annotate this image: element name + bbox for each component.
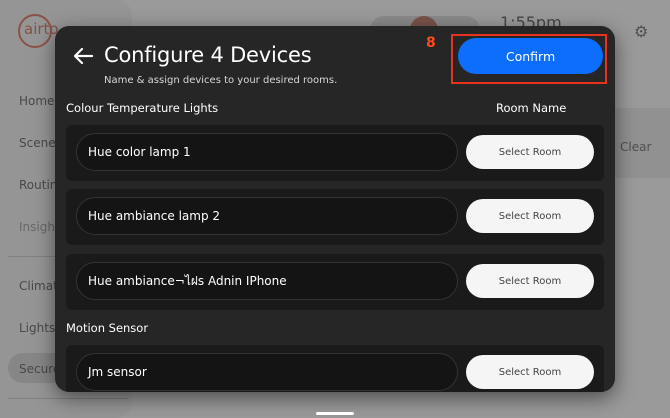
device-row: Hue color lamp 1 Select Room [66,125,604,181]
select-room-button[interactable]: Select Room [466,199,594,233]
device-name-field[interactable]: Hue ambiance¬ไฝs Adnin IPhone [76,262,458,300]
modal-title: Configure 4 Devices [104,43,312,67]
select-room-button[interactable]: Select Room [466,355,594,389]
room-name-column-header: Room Name [496,101,567,115]
back-arrow-svg [73,47,94,65]
step-badge: 8 [426,35,436,51]
modal-subtitle: Name & assign devices to your desired ro… [104,75,338,86]
back-arrow-icon[interactable] [71,44,97,70]
section-header-colour-temperature-lights: Colour Temperature Lights [66,101,219,115]
device-name-field[interactable]: Hue color lamp 1 [76,133,458,171]
device-name-field[interactable]: Hue ambiance lamp 2 [76,197,458,235]
device-name-field[interactable]: Jm sensor [76,353,458,391]
home-indicator [316,412,354,415]
device-row: Jm sensor Select Room [66,345,604,392]
device-row: Hue ambiance¬ไฝs Adnin IPhone Select Roo… [66,254,604,310]
confirm-button[interactable]: Confirm [458,38,603,74]
section-header-motion-sensor: Motion Sensor [66,321,149,335]
device-row: Hue ambiance lamp 2 Select Room [66,189,604,245]
select-room-button[interactable]: Select Room [466,135,594,169]
configure-devices-modal: Configure 4 Devices Name & assign device… [55,26,615,392]
select-room-button[interactable]: Select Room [466,264,594,298]
